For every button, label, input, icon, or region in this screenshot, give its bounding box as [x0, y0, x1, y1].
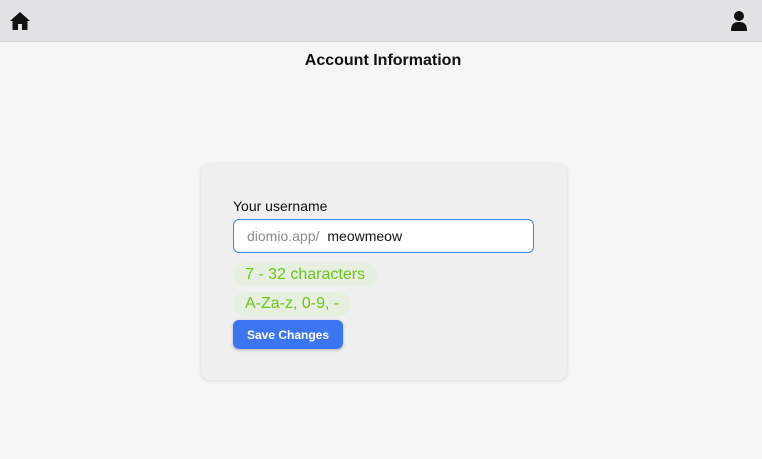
username-input[interactable] — [327, 224, 533, 248]
user-account-button[interactable] — [731, 10, 747, 32]
home-icon — [10, 12, 30, 30]
user-icon — [731, 11, 747, 31]
top-bar — [0, 0, 762, 42]
save-changes-button[interactable]: Save Changes — [233, 320, 343, 349]
length-hint: 7 - 32 characters — [233, 263, 378, 287]
home-button[interactable] — [9, 10, 31, 32]
username-label: Your username — [233, 198, 328, 214]
account-form-card: Your username diomio.app/ 7 - 32 charact… — [201, 163, 567, 380]
charset-hint: A-Za-z, 0-9, - — [233, 292, 352, 316]
username-field[interactable]: diomio.app/ — [233, 219, 534, 253]
page-title: Account Information — [304, 52, 462, 69]
url-prefix: diomio.app/ — [247, 228, 320, 244]
